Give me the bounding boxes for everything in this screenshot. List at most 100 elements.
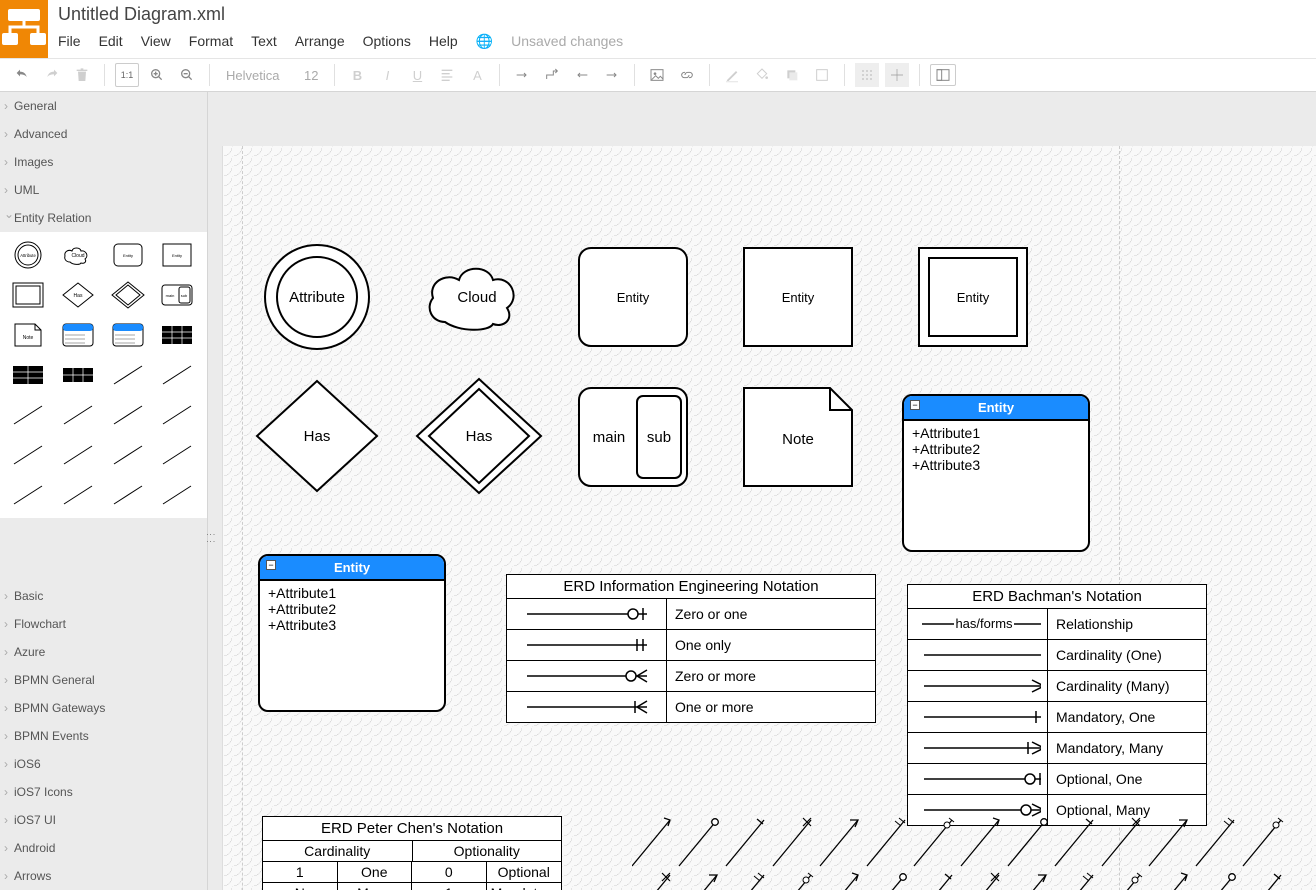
connector-sprite[interactable]	[1149, 820, 1187, 866]
line-color-button[interactable]	[720, 63, 744, 87]
ie-notation-table[interactable]: ERD Information Engineering Notation Zer…	[506, 574, 876, 723]
shape-er-entity-2[interactable]: − Entity +Attribute1 +Attribute2 +Attrib…	[258, 554, 446, 712]
italic-button[interactable]: I	[375, 63, 399, 87]
connector-sprite[interactable]	[1196, 874, 1235, 890]
palette-entity-rect[interactable]: Entity	[157, 238, 197, 272]
connector-sprite[interactable]	[820, 873, 858, 890]
connector-sprite[interactable]	[632, 818, 670, 866]
palette-er-entity-a[interactable]	[58, 318, 98, 352]
delete-button[interactable]	[70, 63, 94, 87]
connector-sprite[interactable]	[820, 820, 858, 866]
zoom-in-button[interactable]	[145, 63, 169, 87]
guides-button[interactable]	[885, 63, 909, 87]
outline-button[interactable]	[930, 64, 956, 86]
palette-attribute[interactable]: Attribute	[8, 238, 48, 272]
connector-sprite[interactable]	[1055, 819, 1093, 866]
palette-line-9[interactable]	[108, 438, 148, 472]
connector-sprite[interactable]	[773, 818, 811, 866]
connector-sprite[interactable]	[679, 819, 718, 866]
connector-sprite[interactable]	[1055, 873, 1093, 890]
font-color-button[interactable]: A	[465, 63, 489, 87]
connector-sprite[interactable]	[914, 874, 952, 890]
sidebar-ios7-ui[interactable]: iOS7 UI	[0, 806, 207, 834]
connection-button[interactable]	[510, 63, 534, 87]
connector-sprite[interactable]	[1243, 874, 1281, 890]
palette-line-10[interactable]	[157, 438, 197, 472]
sidebar-entity-relation[interactable]: Entity Relation	[0, 204, 207, 232]
shape-attribute[interactable]: Attribute	[262, 242, 372, 352]
fill-color-button[interactable]	[750, 63, 774, 87]
palette-line-7[interactable]	[8, 438, 48, 472]
zoom-reset-button[interactable]: 1:1	[115, 63, 139, 87]
language-icon[interactable]: 🌐	[476, 33, 493, 50]
shape-entity-rounded[interactable]: Entity	[577, 246, 689, 348]
palette-dark-table2[interactable]	[8, 358, 48, 392]
shadow-button[interactable]	[780, 63, 804, 87]
bachman-notation-table[interactable]: ERD Bachman's Notation has/forms Relatio…	[907, 584, 1207, 826]
shape-er-entity-1[interactable]: − Entity +Attribute1 +Attribute2 +Attrib…	[902, 394, 1090, 552]
palette-er-entity-b[interactable]	[108, 318, 148, 352]
palette-dark-table[interactable]	[157, 318, 197, 352]
menu-arrange[interactable]: Arrange	[295, 33, 345, 50]
sidebar-uml[interactable]: UML	[0, 176, 207, 204]
page-title[interactable]: Untitled Diagram.xml	[58, 4, 1316, 25]
palette-line-1[interactable]	[108, 358, 148, 392]
menu-edit[interactable]: Edit	[99, 33, 123, 50]
connector-sprite[interactable]	[1102, 818, 1140, 866]
line-start-button[interactable]	[570, 63, 594, 87]
connector-sprite[interactable]	[632, 873, 670, 890]
palette-line-2[interactable]	[157, 358, 197, 392]
shape-note[interactable]: Note	[742, 386, 854, 488]
canvas-area[interactable]: Attribute Cloud Entity Entity Entit	[208, 92, 1316, 890]
connector-sprite[interactable]	[679, 875, 717, 890]
shape-has-double[interactable]: Has	[414, 376, 544, 496]
connector-sprite[interactable]	[1008, 819, 1047, 866]
palette-line-8[interactable]	[58, 438, 98, 472]
sidebar-flowchart[interactable]: Flowchart	[0, 610, 207, 638]
menu-text[interactable]: Text	[251, 33, 277, 50]
palette-dark-table3[interactable]	[58, 358, 98, 392]
menu-view[interactable]: View	[141, 33, 171, 50]
redo-button[interactable]	[40, 63, 64, 87]
undo-button[interactable]	[10, 63, 34, 87]
palette-note[interactable]: Note	[8, 318, 48, 352]
connector-sprite[interactable]	[773, 873, 813, 890]
sidebar-splitter[interactable]: ⋮⋮	[206, 530, 212, 550]
menu-options[interactable]: Options	[363, 33, 411, 50]
palette-has-double[interactable]	[108, 278, 148, 312]
connector-sprite[interactable]	[1243, 818, 1283, 866]
menu-file[interactable]: File	[58, 33, 81, 50]
palette-entity-rounded[interactable]: Entity	[108, 238, 148, 272]
underline-button[interactable]: U	[405, 63, 429, 87]
connector-sprites[interactable]	[632, 811, 1302, 890]
sidebar-advanced[interactable]: Advanced	[0, 120, 207, 148]
sidebar-arrows[interactable]: Arrows	[0, 862, 207, 890]
sidebar-bpmn-gateways[interactable]: BPMN Gateways	[0, 694, 207, 722]
palette-line-4[interactable]	[58, 398, 98, 432]
app-logo[interactable]	[0, 0, 48, 58]
palette-line-6[interactable]	[157, 398, 197, 432]
connector-sprite[interactable]	[726, 873, 764, 890]
sidebar-general[interactable]: General	[0, 92, 207, 120]
sidebar-images[interactable]: Images	[0, 148, 207, 176]
connector-sprite[interactable]	[1008, 875, 1046, 890]
zoom-out-button[interactable]	[175, 63, 199, 87]
shape-has[interactable]: Has	[252, 376, 382, 496]
palette-line-11[interactable]	[8, 478, 48, 512]
image-button[interactable]	[645, 63, 669, 87]
connector-sprite[interactable]	[1196, 818, 1234, 866]
sidebar-basic[interactable]: Basic	[0, 582, 207, 610]
grid-dots-button[interactable]	[855, 63, 879, 87]
sidebar-ios6[interactable]: iOS6	[0, 750, 207, 778]
palette-line-5[interactable]	[108, 398, 148, 432]
connector-sprite[interactable]	[1102, 873, 1142, 890]
connector-sprite[interactable]	[961, 818, 999, 866]
line-end-button[interactable]	[600, 63, 624, 87]
drawing-canvas[interactable]: Attribute Cloud Entity Entity Entit	[222, 146, 1316, 890]
chen-notation-table[interactable]: ERD Peter Chen's Notation Cardinality Op…	[262, 816, 562, 890]
palette-mainsub[interactable]: mainsub	[157, 278, 197, 312]
waypoint-button[interactable]	[540, 63, 564, 87]
align-button[interactable]	[435, 63, 459, 87]
shape-cloud[interactable]: Cloud	[417, 250, 537, 345]
sidebar-bpmn-events[interactable]: BPMN Events	[0, 722, 207, 750]
